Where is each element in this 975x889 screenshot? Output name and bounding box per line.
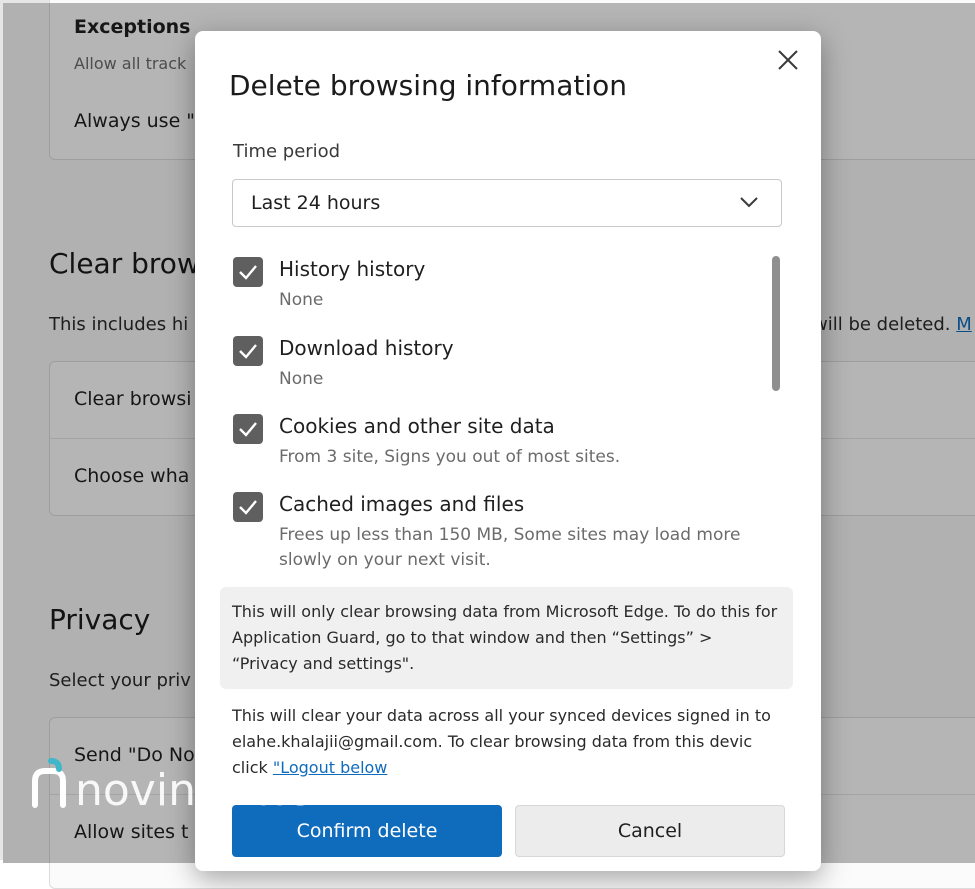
screenshot-frame: Exceptions Allow all track Always use " … (0, 0, 975, 889)
close-button[interactable] (773, 45, 803, 75)
time-period-label: Time period (233, 141, 341, 162)
item-desc: From 3 site, Signs you out of most sites… (279, 447, 621, 467)
cookies-checkbox[interactable] (233, 414, 263, 444)
time-period-select[interactable]: Last 24 hours (232, 179, 782, 227)
item-label: History history (279, 257, 426, 281)
cached-files-checkbox[interactable] (233, 492, 263, 522)
close-icon (778, 50, 798, 70)
browsing-history-checkbox[interactable] (233, 257, 263, 287)
download-history-checkbox[interactable] (233, 336, 263, 366)
checkmark-icon (239, 422, 257, 437)
list-scrollbar[interactable] (772, 256, 780, 391)
cancel-button[interactable]: Cancel (515, 805, 785, 857)
time-period-value: Last 24 hours (251, 192, 381, 214)
item-label: Cached images and files (279, 492, 525, 516)
app-guard-note: This will only clear browsing data from … (220, 587, 793, 689)
novintether-watermark-logo: novintether (32, 758, 331, 813)
watermark-text: novintether (75, 765, 331, 813)
data-types-list: History history None Download history No… (231, 255, 751, 580)
item-desc: None (279, 290, 324, 310)
item-label: Download history (279, 336, 454, 360)
item-desc: Frees up less than 150 MB, Some sites ma… (279, 525, 741, 570)
item-label: Cookies and other site data (279, 414, 555, 438)
note-text: This will only clear browsing data from … (232, 602, 778, 673)
item-desc: None (279, 369, 324, 389)
checkmark-icon (239, 344, 257, 359)
chevron-down-icon (740, 197, 758, 208)
delete-browsing-dialog: Delete browsing information Time period … (195, 31, 821, 871)
dialog-title: Delete browsing information (229, 69, 627, 102)
checkmark-icon (239, 500, 257, 515)
checkmark-icon (239, 265, 257, 280)
